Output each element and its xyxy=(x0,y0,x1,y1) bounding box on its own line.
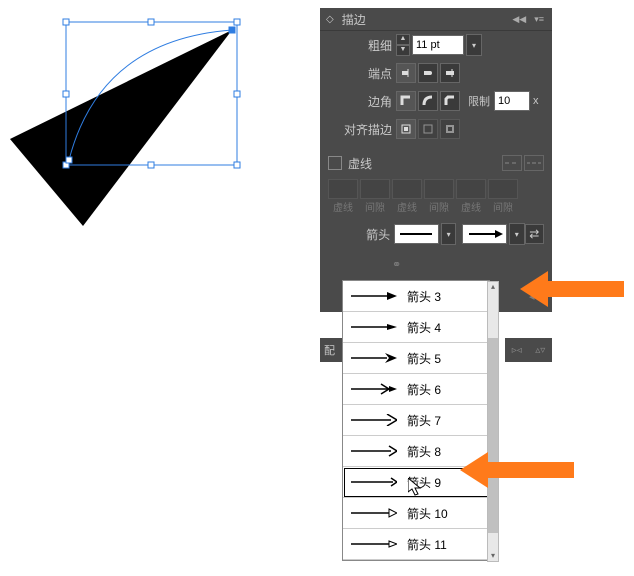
arrowhead-option[interactable]: 箭头 7 xyxy=(343,405,489,436)
profile-label: 配 xyxy=(320,338,342,362)
weight-stepper[interactable]: ▲ ▼ xyxy=(396,34,410,56)
arrowhead-end-select[interactable] xyxy=(462,224,507,244)
profile-flip-icons: ▹◃ ▵▿ xyxy=(505,338,552,362)
corner-round-icon[interactable] xyxy=(418,91,438,111)
gap-field[interactable] xyxy=(424,179,454,199)
cap-round-icon[interactable] xyxy=(418,63,438,83)
corner-row: 边角 限制 10 x xyxy=(320,87,552,115)
dash-preserve-exact-icon[interactable] xyxy=(502,155,522,171)
arrowhead-start-select[interactable] xyxy=(394,224,439,244)
link-icon: ⚭ xyxy=(392,258,401,271)
panel-collapse-icon[interactable]: ◇ xyxy=(326,14,334,25)
arrowhead-option[interactable]: 箭头 5 xyxy=(343,343,489,374)
arrowhead-option[interactable]: 箭头 3 xyxy=(343,281,489,312)
cap-projecting-icon[interactable] xyxy=(440,63,460,83)
stepper-up-icon[interactable]: ▲ xyxy=(396,34,410,45)
corner-bevel-icon[interactable] xyxy=(440,91,460,111)
align-stroke-inside-icon[interactable] xyxy=(418,119,438,139)
panel-title: 描边 xyxy=(338,9,370,30)
weight-label: 粗细 xyxy=(328,37,396,54)
panel-menu-icon[interactable]: ▾≡ xyxy=(532,14,546,25)
dash-field[interactable] xyxy=(392,179,422,199)
triangle-shape[interactable] xyxy=(10,30,232,226)
arrowhead-scale-row: ⚭ xyxy=(320,248,552,280)
limit-field[interactable]: 10 xyxy=(494,91,530,111)
corner-miter-icon[interactable] xyxy=(396,91,416,111)
dash-field[interactable] xyxy=(456,179,486,199)
flip-across-icon[interactable]: ▵▿ xyxy=(535,345,545,356)
dash-fields-row xyxy=(320,179,552,199)
align-row: 对齐描边 xyxy=(320,115,552,143)
stroke-panel: ◇ 描边 ◀◀ ▾≡ 粗细 ▲ ▼ 11 pt ▾ 端点 边角 xyxy=(320,8,552,312)
dashed-row: 虚线 xyxy=(320,149,552,177)
arrowhead-dropdown: 箭头 3 箭头 4 箭头 5 箭头 6 箭头 7 箭头 8 箭头 9 箭头 10… xyxy=(342,280,490,561)
scrollbar-thumb[interactable] xyxy=(488,338,498,533)
limit-label: 限制 xyxy=(468,93,490,109)
arrowhead-end-dropdown-button[interactable]: ▾ xyxy=(509,223,525,245)
dashed-label: 虚线 xyxy=(348,155,372,172)
scrollbar-down-icon[interactable]: ▾ xyxy=(488,551,498,561)
align-stroke-center-icon[interactable] xyxy=(396,119,416,139)
arrowhead-option[interactable]: 箭头 10 xyxy=(343,498,489,529)
swap-arrowheads-icon[interactable]: ⇄ xyxy=(525,224,544,244)
dash-field[interactable] xyxy=(328,179,358,199)
limit-unit: x xyxy=(533,95,539,107)
gap-field[interactable] xyxy=(360,179,390,199)
stepper-down-icon[interactable]: ▼ xyxy=(396,45,410,56)
gap-field[interactable] xyxy=(488,179,518,199)
canvas-area[interactable] xyxy=(0,0,300,250)
callout-arrow-icon xyxy=(520,271,630,331)
callout-arrow-icon xyxy=(460,452,580,492)
scrollbar-up-icon[interactable]: ▴ xyxy=(488,282,498,292)
flip-along-icon[interactable]: ▹◃ xyxy=(512,345,522,356)
cap-row: 端点 xyxy=(320,59,552,87)
weight-row: 粗细 ▲ ▼ 11 pt ▾ xyxy=(320,31,552,59)
dashed-checkbox[interactable] xyxy=(328,156,342,170)
anchor-point[interactable] xyxy=(66,157,72,163)
arrowhead-option[interactable]: 箭头 4 xyxy=(343,312,489,343)
dash-align-corners-icon[interactable] xyxy=(524,155,544,171)
align-stroke-outside-icon[interactable] xyxy=(440,119,460,139)
panel-collapse-left-icon[interactable]: ◀◀ xyxy=(510,14,528,25)
panel-header[interactable]: ◇ 描边 ◀◀ ▾≡ xyxy=(320,8,552,31)
cap-butt-icon[interactable] xyxy=(396,63,416,83)
arrowhead-row: 箭头 ▾ ▾ ⇄ xyxy=(320,220,552,248)
dash-labels-row: 虚线 间隙 虚线 间隙 虚线 间隙 xyxy=(320,199,552,214)
weight-dropdown-button[interactable]: ▾ xyxy=(466,34,482,56)
arrowhead-option[interactable]: 箭头 11 xyxy=(343,529,489,560)
cap-label: 端点 xyxy=(328,65,396,82)
arrowhead-option[interactable]: 箭头 6 xyxy=(343,374,489,405)
anchor-point[interactable] xyxy=(229,27,235,33)
dropdown-scrollbar[interactable]: ▴ ▾ xyxy=(487,281,499,562)
weight-field[interactable]: 11 pt xyxy=(412,35,464,55)
corner-label: 边角 xyxy=(328,93,396,110)
arrowhead-start-dropdown-button[interactable]: ▾ xyxy=(441,223,457,245)
align-label: 对齐描边 xyxy=(328,121,396,138)
arrowhead-label: 箭头 xyxy=(328,226,394,243)
mouse-cursor-icon xyxy=(408,478,424,498)
